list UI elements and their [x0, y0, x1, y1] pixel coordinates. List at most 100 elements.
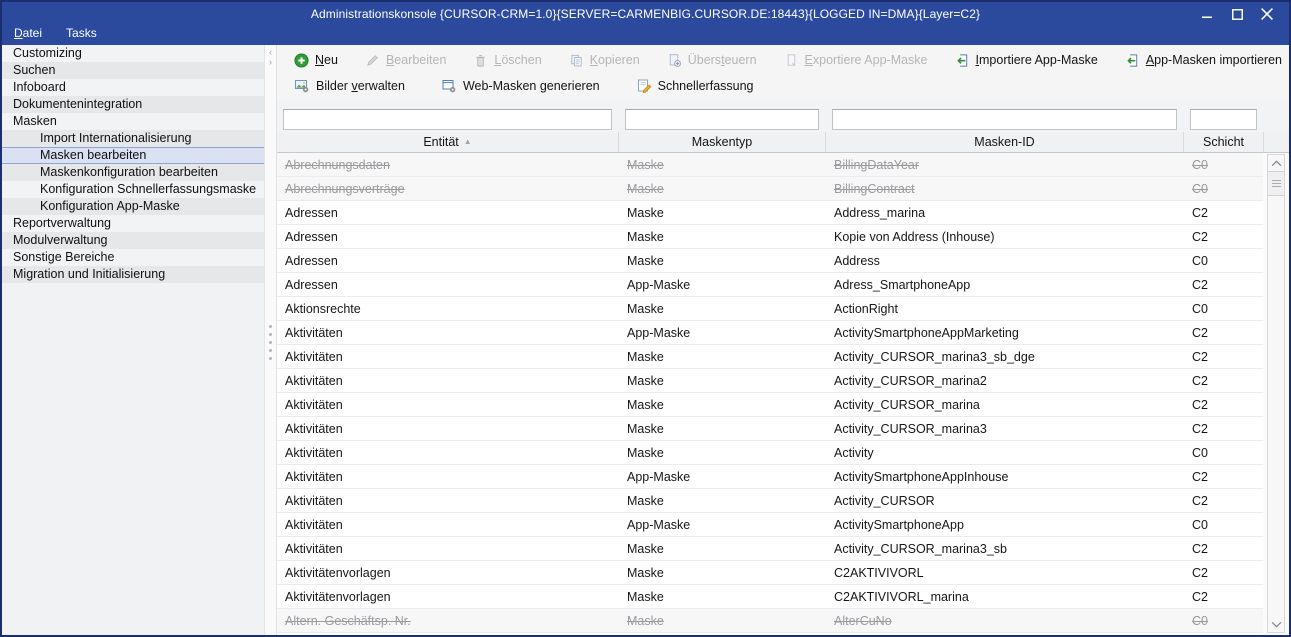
cell-masken-id: Kopie von Address (Inhouse) [826, 230, 1184, 244]
cell-masken-id: Address [826, 254, 1184, 268]
cell-entitaet: Aktionsrechte [277, 302, 619, 316]
cell-schicht: C2 [1184, 206, 1263, 220]
cell-schicht: C0 [1184, 614, 1263, 628]
table-row[interactable]: Aktivitäten App-Maske ActivitySmartphone… [277, 465, 1263, 489]
sidebar-item[interactable]: Infoboard [2, 79, 264, 96]
table-row[interactable]: Abrechnungsverträge Maske BillingContrac… [277, 177, 1263, 201]
table-header-row: Entität ▲ Maskentyp Masken-ID Schicht [277, 132, 1289, 153]
close-icon [1261, 8, 1273, 20]
menu-bar: Datei Tasks [2, 26, 1289, 45]
sidebar-item[interactable]: Migration und Initialisierung [2, 266, 264, 283]
sidebar-item[interactable]: Masken bearbeiten [2, 147, 264, 164]
sidebar-item[interactable]: Reportverwaltung [2, 215, 264, 232]
override-icon [667, 53, 682, 68]
cell-schicht: C0 [1184, 182, 1263, 196]
sidebar-item[interactable]: Konfiguration Schnellerfassungsmaske [2, 181, 264, 198]
new-icon [294, 53, 309, 68]
import-icon [1125, 53, 1140, 68]
sidebar-item[interactable]: Sonstige Bereiche [2, 249, 264, 266]
sidebar-item[interactable]: Konfiguration App-Maske [2, 198, 264, 215]
column-header-masken-id[interactable]: Masken-ID [826, 132, 1184, 152]
sidebar-item[interactable]: Suchen [2, 62, 264, 79]
app-masken-importieren-button[interactable]: App-Masken importieren [1125, 53, 1282, 68]
neu-button[interactable]: Neu [294, 53, 338, 68]
menu-item-datei[interactable]: Datei [14, 26, 42, 40]
cell-schicht: C2 [1184, 494, 1263, 508]
sidebar-item[interactable]: Masken [2, 113, 264, 130]
table-row[interactable]: Aktivitätenvorlagen Maske C2AKTIVIVORL C… [277, 561, 1263, 585]
table-rows: Abrechnungsdaten Maske BillingDataYear C… [277, 153, 1263, 635]
close-button[interactable] [1255, 5, 1279, 23]
webmask-gear-icon [441, 78, 457, 94]
table-row[interactable]: Abrechnungsdaten Maske BillingDataYear C… [277, 153, 1263, 177]
importiere-app-maske-button[interactable]: Importiere App-Maske [955, 53, 1098, 68]
loeschen-button: Löschen [473, 53, 541, 68]
filter-input-schicht[interactable] [1190, 109, 1257, 130]
filter-input-masken-id[interactable] [832, 109, 1177, 130]
maximize-icon [1232, 9, 1243, 20]
bilder-verwalten-button[interactable]: Bilder verwalten [294, 78, 405, 94]
scroll-up-button[interactable] [1268, 155, 1284, 171]
table-row[interactable]: Adressen Maske Address C0 [277, 249, 1263, 273]
cell-schicht: C2 [1184, 422, 1263, 436]
table-row[interactable]: Aktivitäten App-Maske ActivitySmartphone… [277, 513, 1263, 537]
cell-maskentyp: Maske [619, 494, 826, 508]
sidebar-item[interactable]: Modulverwaltung [2, 232, 264, 249]
cell-schicht: C0 [1184, 518, 1263, 532]
column-header-entitaet[interactable]: Entität ▲ [277, 132, 619, 152]
table-row[interactable]: Aktivitäten Maske Activity C0 [277, 441, 1263, 465]
cell-masken-id: BillingDataYear [826, 158, 1184, 172]
cell-maskentyp: Maske [619, 230, 826, 244]
sidebar-item[interactable]: Customizing [2, 45, 264, 62]
scrollbar-thumb[interactable] [1268, 171, 1284, 196]
column-header-maskentyp[interactable]: Maskentyp [619, 132, 826, 152]
cell-masken-id: Activity_CURSOR_marina3 [826, 422, 1184, 436]
splitter-handle[interactable]: ‹ › [264, 45, 276, 635]
splitter-collapse-icons[interactable]: ‹ › [265, 47, 276, 67]
sidebar-item[interactable]: Maskenkonfiguration bearbeiten [2, 164, 264, 181]
sidebar-item[interactable]: Import Internationalisierung [2, 130, 264, 147]
table-row[interactable]: Aktionsrechte Maske ActionRight C0 [277, 297, 1263, 321]
table-row[interactable]: Aktivitätenvorlagen Maske C2AKTIVIVORL_m… [277, 585, 1263, 609]
scrollbar-track[interactable] [1267, 154, 1285, 633]
cell-maskentyp: Maske [619, 158, 826, 172]
minimize-button[interactable] [1195, 5, 1219, 23]
vertical-scrollbar[interactable] [1263, 153, 1289, 635]
cell-maskentyp: App-Maske [619, 470, 826, 484]
menu-item-tasks[interactable]: Tasks [66, 26, 97, 40]
images-gear-icon [294, 78, 310, 94]
uebersteuern-button: Übersteuern [667, 53, 757, 68]
table-row[interactable]: Adressen Maske Kopie von Address (Inhous… [277, 225, 1263, 249]
cell-maskentyp: Maske [619, 614, 826, 628]
window-controls [1195, 5, 1289, 23]
table-row[interactable]: Adressen App-Maske Adress_SmartphoneApp … [277, 273, 1263, 297]
web-masken-generieren-button[interactable]: Web-Masken generieren [441, 78, 600, 94]
sidebar-item[interactable]: Dokumentenintegration [2, 96, 264, 113]
title-bar: Administrationskonsole {CURSOR-CRM=1.0}{… [2, 2, 1289, 26]
table-row[interactable]: Aktivitäten Maske Activity_CURSOR_marina… [277, 369, 1263, 393]
table-row[interactable]: Adressen Maske Address_marina C2 [277, 201, 1263, 225]
cell-maskentyp: App-Maske [619, 326, 826, 340]
cell-masken-id: AlterCuNo [826, 614, 1184, 628]
app-window: Administrationskonsole {CURSOR-CRM=1.0}{… [0, 0, 1291, 637]
cell-entitaet: Aktivitäten [277, 494, 619, 508]
cell-entitaet: Altern. Geschäftsp. Nr. [277, 614, 619, 628]
table-row[interactable]: Aktivitäten App-Maske ActivitySmartphone… [277, 321, 1263, 345]
table-row[interactable]: Aktivitäten Maske Activity_CURSOR_marina… [277, 345, 1263, 369]
filter-input-entitaet[interactable] [283, 109, 612, 130]
import-icon [955, 53, 970, 68]
table-row[interactable]: Aktivitäten Maske Activity_CURSOR C2 [277, 489, 1263, 513]
cell-masken-id: Activity [826, 446, 1184, 460]
filter-input-maskentyp[interactable] [625, 109, 819, 130]
cell-entitaet: Aktivitätenvorlagen [277, 566, 619, 580]
cell-schicht: C0 [1184, 254, 1263, 268]
table-row[interactable]: Aktivitäten Maske Activity_CURSOR_marina… [277, 417, 1263, 441]
table-row[interactable]: Altern. Geschäftsp. Nr. Maske AlterCuNo … [277, 609, 1263, 633]
table-row[interactable]: Aktivitäten Maske Activity_CURSOR_marina… [277, 537, 1263, 561]
maximize-button[interactable] [1225, 5, 1249, 23]
table-row[interactable]: Aktivitäten Maske Activity_CURSOR_marina… [277, 393, 1263, 417]
cell-schicht: C2 [1184, 590, 1263, 604]
schnellerfassung-button[interactable]: Schnellerfassung [636, 78, 754, 94]
scroll-down-button[interactable] [1268, 616, 1284, 632]
column-header-schicht[interactable]: Schicht [1184, 132, 1264, 152]
